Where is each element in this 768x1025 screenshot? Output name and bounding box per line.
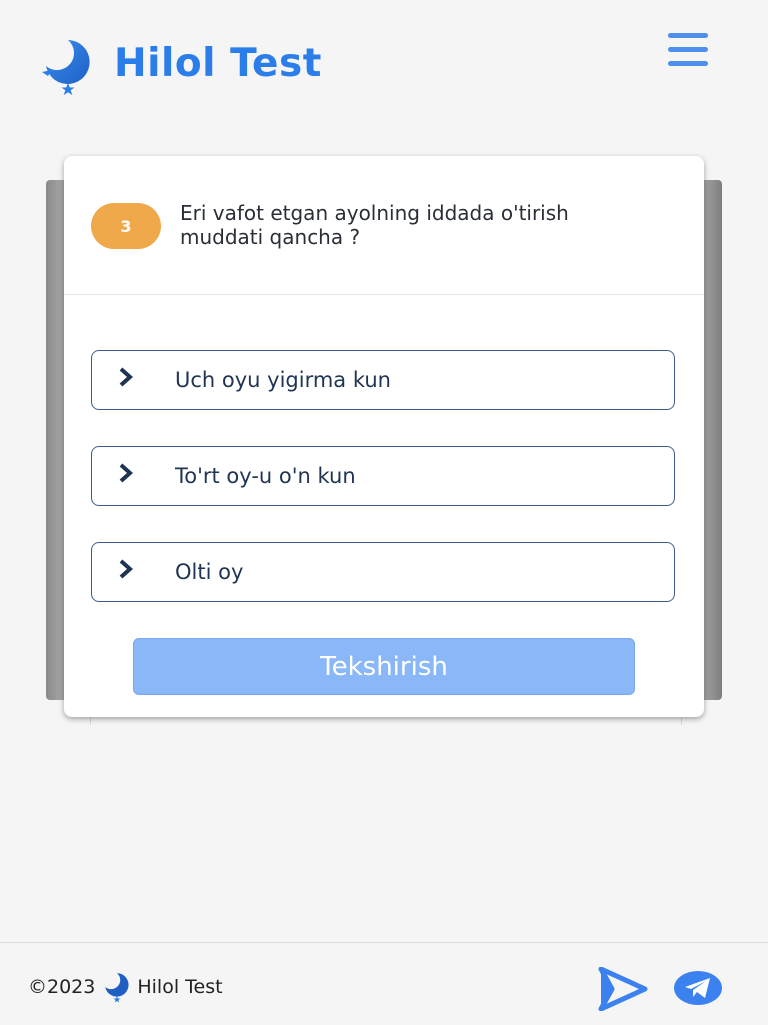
footer-copyright: ©2023 Hilol Test <box>28 971 223 1003</box>
chevron-right-icon <box>119 463 134 483</box>
chevron-right-icon <box>119 367 134 387</box>
answer-option-1[interactable]: Uch oyu yigirma kun <box>91 350 675 410</box>
telegram-icon[interactable] <box>673 970 723 1006</box>
question-header: 3 Eri vafot etgan ayolning iddada o'tiri… <box>64 156 704 295</box>
brand-name: Hilol Test <box>114 40 322 86</box>
logo[interactable]: Hilol Test <box>38 36 322 96</box>
footer: ©2023 Hilol Test <box>0 942 768 1025</box>
check-answer-button[interactable]: Tekshirish <box>133 638 635 695</box>
copyright-year: ©2023 <box>28 976 96 998</box>
answer-option-2[interactable]: To'rt oy-u o'n kun <box>91 446 675 506</box>
answer-option-label: To'rt oy-u o'n kun <box>175 463 356 488</box>
question-number-badge: 3 <box>91 203 161 249</box>
crescent-moon-star-icon <box>105 973 129 1003</box>
question-card: 3 Eri vafot etgan ayolning iddada o'tiri… <box>64 156 704 717</box>
chevron-right-icon <box>119 559 134 579</box>
google-play-icon[interactable] <box>598 967 648 1011</box>
answer-option-label: Olti oy <box>175 559 244 584</box>
question-text: Eri vafot etgan ayolning iddada o'tirish… <box>180 201 569 249</box>
answer-option-label: Uch oyu yigirma kun <box>175 367 391 392</box>
hamburger-menu-icon[interactable] <box>668 33 710 69</box>
header: Hilol Test <box>0 0 768 130</box>
crescent-moon-star-icon <box>42 40 90 95</box>
footer-brand: Hilol Test <box>137 976 223 998</box>
answer-option-3[interactable]: Olti oy <box>91 542 675 602</box>
